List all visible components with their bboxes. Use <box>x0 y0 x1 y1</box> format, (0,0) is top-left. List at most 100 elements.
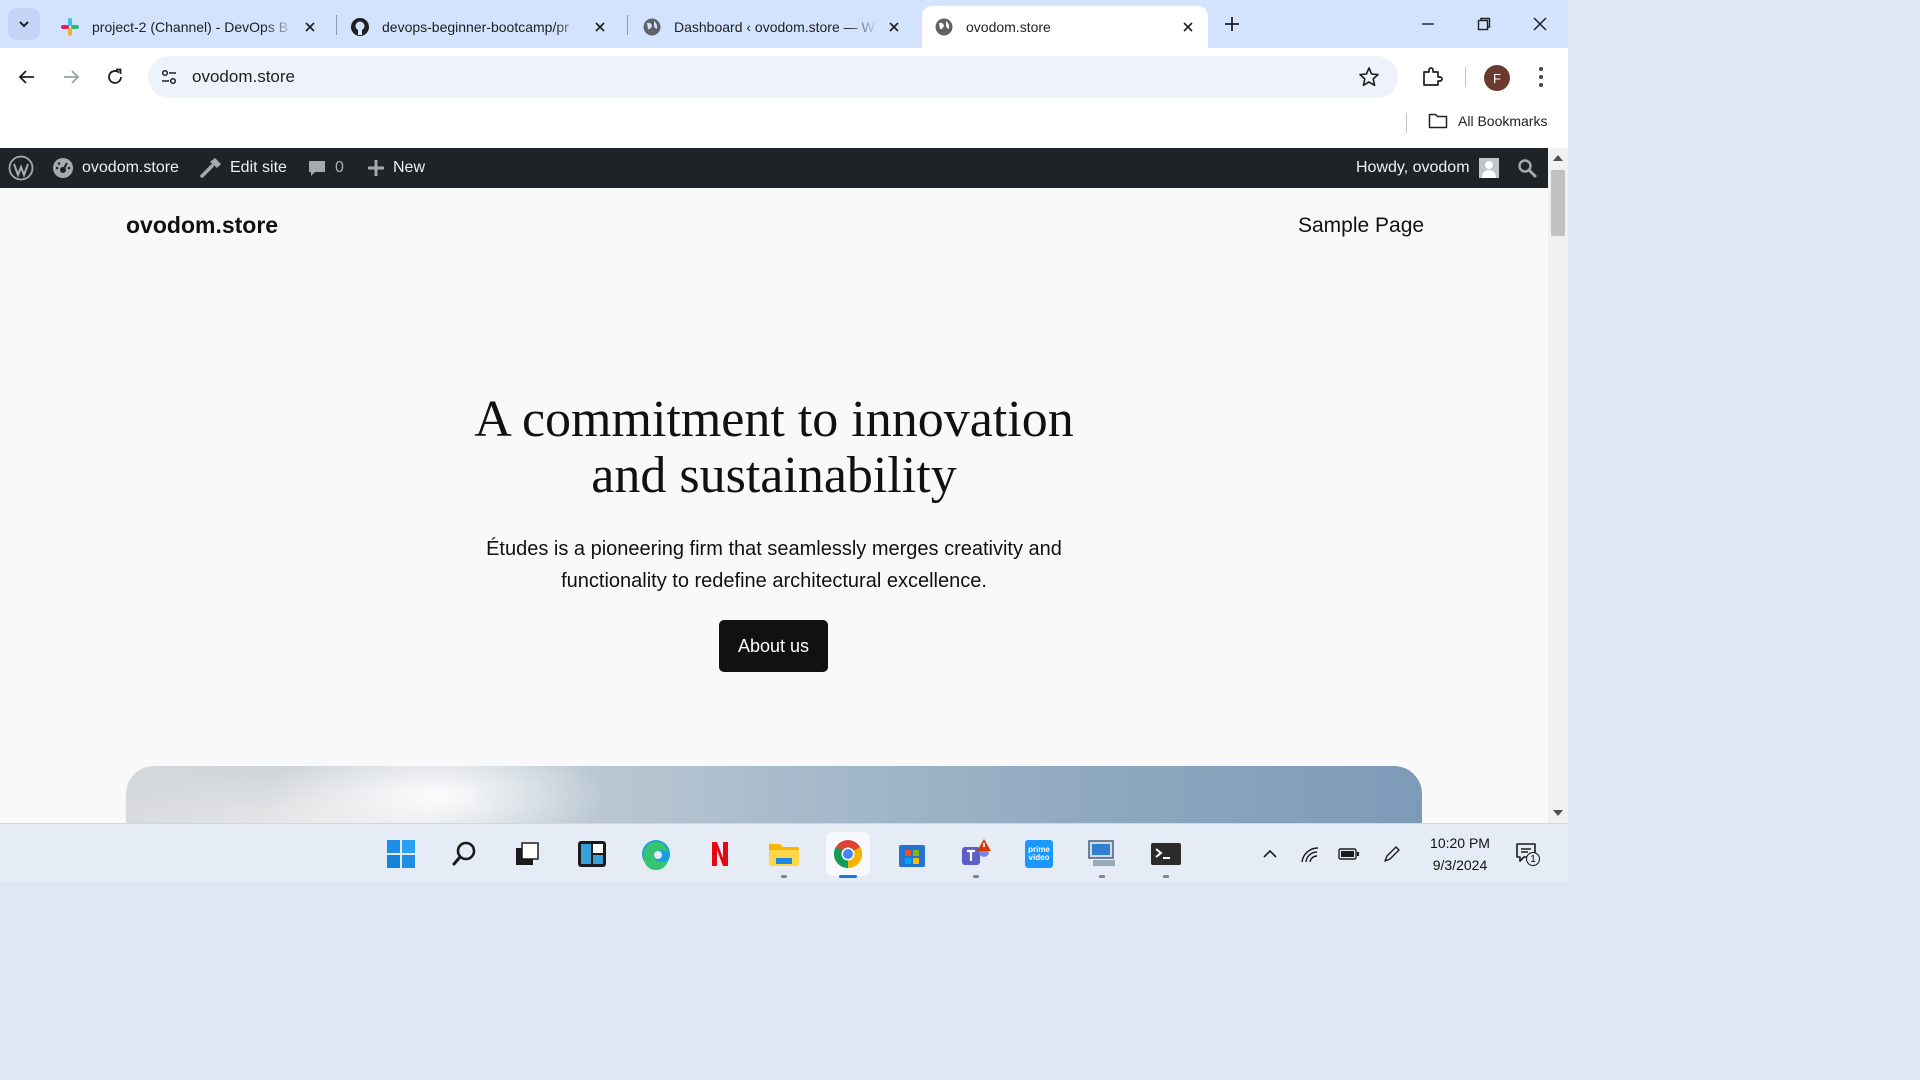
running-indicator <box>1163 875 1169 878</box>
tab-ovodom-active[interactable]: ovodom.store <box>922 6 1208 48</box>
chrome-icon[interactable] <box>826 832 870 878</box>
profile-avatar[interactable]: F <box>1484 65 1510 91</box>
new-tab-button[interactable] <box>1220 12 1244 36</box>
tab-separator <box>336 15 337 35</box>
file-explorer-icon[interactable] <box>762 832 806 878</box>
hero-heading: A commitment to innovation and sustainab… <box>384 392 1164 504</box>
toolbar-separator <box>1465 67 1466 87</box>
new-content-link[interactable]: New <box>367 148 425 188</box>
tab-dashboard[interactable]: Dashboard ‹ ovodom.store — W <box>630 6 914 48</box>
tab-slack[interactable]: project-2 (Channel) - DevOps B <box>48 6 330 48</box>
about-us-button[interactable]: About us <box>719 620 828 672</box>
store-icon[interactable] <box>890 832 934 876</box>
user-avatar <box>1478 158 1499 178</box>
scroll-down-icon[interactable] <box>1553 808 1563 818</box>
running-indicator <box>1099 875 1105 878</box>
tab-title: ovodom.store <box>966 19 1051 35</box>
edit-site-label: Edit site <box>230 159 287 176</box>
admin-site-name-label: ovodom.store <box>82 159 179 176</box>
slack-icon <box>60 17 80 37</box>
terminal-icon[interactable] <box>1144 832 1188 878</box>
widgets-icon[interactable] <box>570 832 614 876</box>
edge-icon[interactable] <box>634 832 678 876</box>
tab-close-icon[interactable] <box>300 17 320 37</box>
browser-toolbar: ovodom.store F <box>0 48 1568 106</box>
netflix-icon[interactable] <box>698 832 742 876</box>
tab-separator <box>627 15 628 35</box>
pen-icon[interactable] <box>1380 842 1404 866</box>
page-viewport: ovodom.store Edit site 0 New Howdy, ovod… <box>0 148 1568 823</box>
tab-close-icon[interactable] <box>884 17 904 37</box>
windows-start-icon[interactable] <box>379 832 423 876</box>
notifications-icon[interactable]: 1 <box>1515 842 1541 868</box>
browser-menu-icon[interactable] <box>1530 65 1552 89</box>
prime-video-icon[interactable]: prime video <box>1017 832 1061 876</box>
address-bar[interactable]: ovodom.store <box>148 56 1398 98</box>
wifi-icon[interactable] <box>1298 842 1322 866</box>
running-indicator <box>839 875 857 878</box>
tab-close-icon[interactable] <box>590 17 610 37</box>
restore-icon <box>1477 17 1491 31</box>
extensions-puzzle-icon[interactable] <box>1420 64 1444 88</box>
comments-count: 0 <box>335 159 344 176</box>
globe-icon <box>642 17 662 37</box>
page-scrollbar[interactable] <box>1548 148 1568 823</box>
minimize-button[interactable] <box>1414 10 1442 38</box>
tab-github[interactable]: devops-beginner-bootcamp/pr <box>338 6 620 48</box>
system-clock[interactable]: 10:20 PM 9/3/2024 <box>1418 832 1502 876</box>
admin-search-icon[interactable] <box>1517 148 1545 188</box>
windows-taskbar: prime video 10:20 PM 9/3/2024 1 <box>0 823 1568 882</box>
remote-desktop-icon[interactable] <box>1080 832 1124 878</box>
all-bookmarks-label: All Bookmarks <box>1458 113 1548 129</box>
scrollbar-thumb[interactable] <box>1551 170 1565 236</box>
forward-button[interactable] <box>57 63 85 91</box>
bookmarks-separator <box>1406 113 1407 133</box>
edit-site-link[interactable]: Edit site <box>200 148 287 188</box>
plus-icon <box>368 160 384 176</box>
hammer-icon <box>200 158 221 178</box>
site-title[interactable]: ovodom.store <box>126 212 278 239</box>
comments-link[interactable]: 0 <box>307 148 344 188</box>
tab-title: devops-beginner-bootcamp/pr <box>382 19 569 35</box>
back-button[interactable] <box>13 63 41 91</box>
clock-time: 10:20 PM <box>1430 835 1490 851</box>
tab-close-icon[interactable] <box>1178 17 1198 37</box>
tab-title: Dashboard ‹ ovodom.store — W <box>674 19 875 35</box>
profile-initial: F <box>1493 70 1501 86</box>
new-content-label: New <box>393 159 426 176</box>
close-icon <box>1533 17 1547 31</box>
my-account-link[interactable]: Howdy, ovodom <box>1356 148 1499 188</box>
tab-search-button[interactable] <box>8 8 40 40</box>
admin-site-name[interactable]: ovodom.store <box>52 148 179 188</box>
close-window-button[interactable] <box>1526 10 1554 38</box>
arrow-left-icon <box>18 70 34 84</box>
chevron-up-icon[interactable] <box>1258 842 1282 866</box>
task-view-icon[interactable] <box>505 832 549 876</box>
wordpress-logo-icon[interactable] <box>8 148 42 188</box>
svg-text:video: video <box>1029 853 1050 862</box>
scroll-up-icon[interactable] <box>1553 153 1563 163</box>
github-icon <box>350 17 370 37</box>
battery-icon[interactable] <box>1337 842 1361 866</box>
reload-button[interactable] <box>101 63 129 91</box>
site-settings-icon[interactable] <box>158 66 180 88</box>
hero-cover-image <box>126 766 1422 823</box>
bookmarks-bar: All Bookmarks <box>0 106 1568 148</box>
howdy-label: Howdy, ovodom <box>1356 159 1470 176</box>
teams-icon[interactable] <box>954 832 998 878</box>
all-bookmarks-button[interactable]: All Bookmarks <box>1428 112 1547 130</box>
dashboard-gauge-icon <box>53 158 73 178</box>
hero-heading-line1: A commitment to innovation <box>474 391 1074 448</box>
wp-admin-bar: ovodom.store Edit site 0 New Howdy, ovod… <box>0 148 1548 188</box>
hero-description-line1: Études is a pioneering firm that seamles… <box>486 538 1062 560</box>
tab-strip: project-2 (Channel) - DevOps B devops-be… <box>0 0 1568 48</box>
restore-button[interactable] <box>1470 10 1498 38</box>
globe-icon <box>934 17 954 37</box>
bookmark-star-icon[interactable] <box>1358 66 1380 88</box>
tab-title: project-2 (Channel) - DevOps B <box>92 19 289 35</box>
search-icon[interactable] <box>443 832 487 876</box>
nav-sample-page[interactable]: Sample Page <box>1298 214 1424 238</box>
minimize-icon <box>1422 23 1434 25</box>
url-text[interactable]: ovodom.store <box>192 67 295 87</box>
running-indicator <box>973 875 979 878</box>
